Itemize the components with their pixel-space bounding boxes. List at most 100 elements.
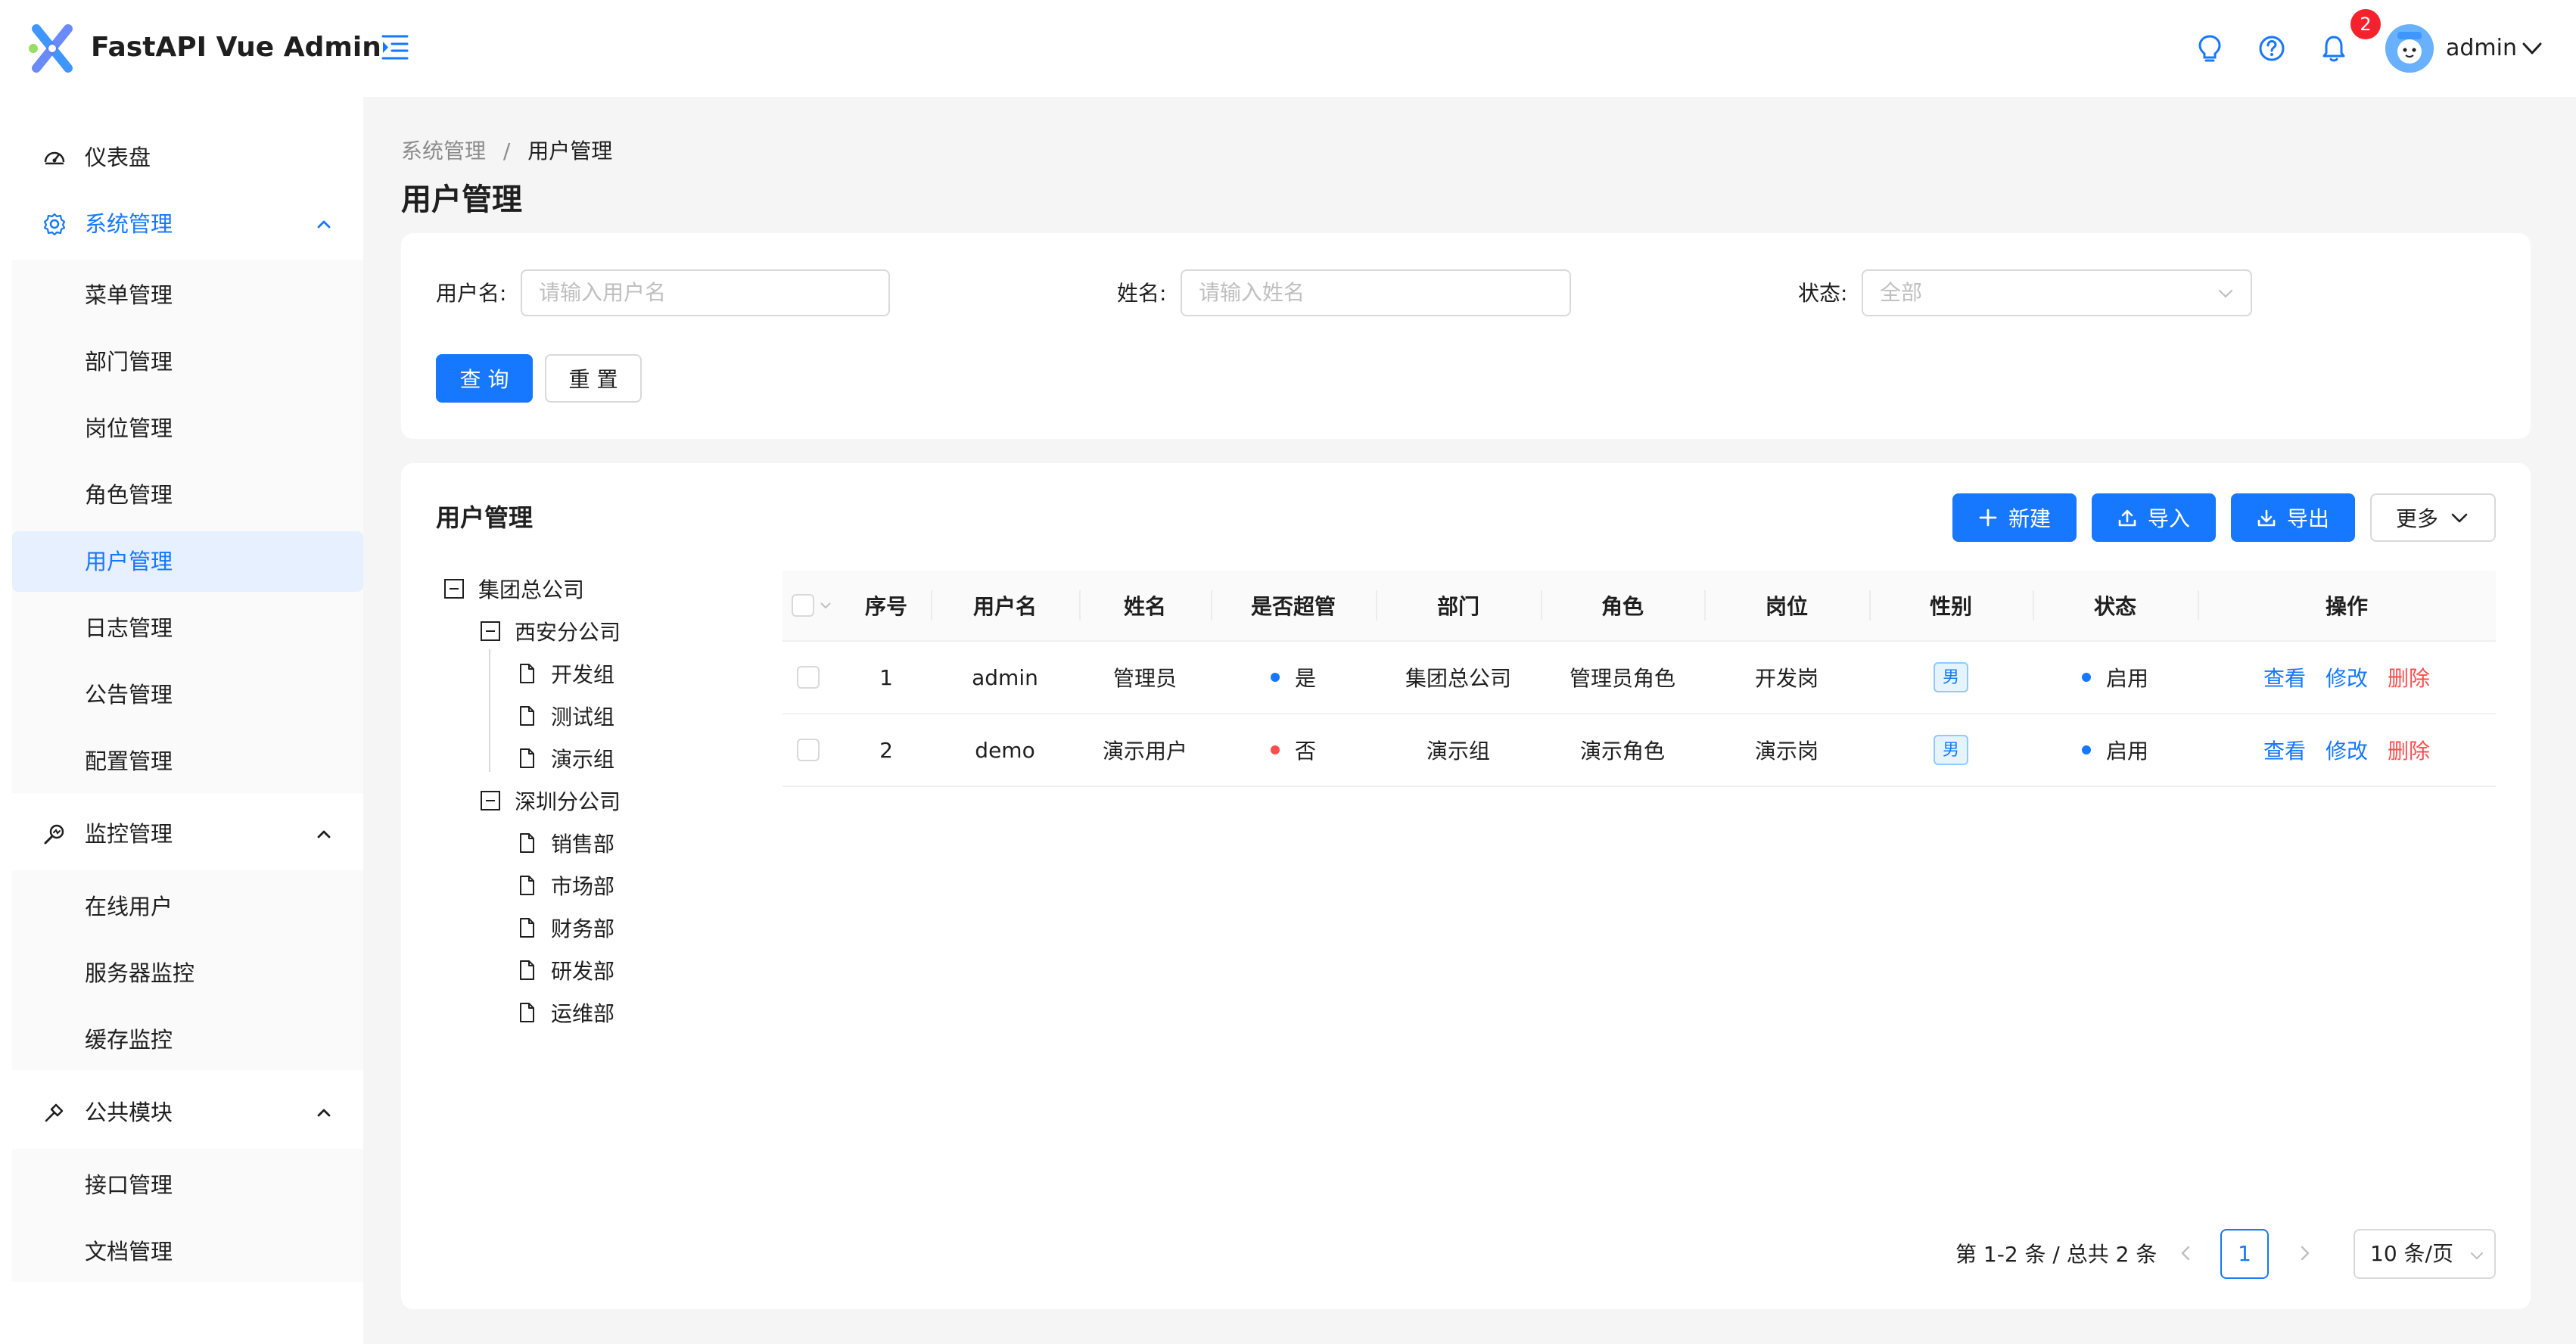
- tree-node-leaf[interactable]: 研发部: [516, 955, 614, 985]
- sidebar-item-notice[interactable]: 公告管理: [12, 664, 363, 725]
- username-placeholder: 请输入用户名: [539, 280, 667, 305]
- sidebar-item-users[interactable]: 用户管理: [12, 531, 363, 592]
- cell-gender: 男: [1869, 642, 2033, 713]
- column-header: 序号: [864, 594, 907, 619]
- status-select[interactable]: 全部: [1862, 269, 2252, 316]
- sidebar-item-server-monitor[interactable]: 服务器监控: [12, 943, 363, 1003]
- more-button[interactable]: 更多: [2370, 493, 2496, 542]
- select-all-checkbox[interactable]: [792, 594, 814, 617]
- tree-node-label: 市场部: [551, 874, 615, 899]
- tree-node-leaf[interactable]: 市场部: [516, 870, 614, 901]
- tree-node-leaf[interactable]: 测试组: [516, 701, 614, 731]
- export-button[interactable]: 导出: [2231, 493, 2355, 542]
- breadcrumb-current: 用户管理: [527, 138, 613, 163]
- import-button[interactable]: 导入: [2092, 493, 2216, 542]
- tree-node-leaf[interactable]: 销售部: [516, 828, 614, 858]
- cell-index: 1: [879, 664, 893, 690]
- tree-node-label: 演示组: [551, 747, 615, 772]
- bell-icon[interactable]: [2316, 30, 2352, 67]
- pagination-page-button[interactable]: 1: [2220, 1229, 2269, 1279]
- status-text: 启用: [2105, 739, 2148, 764]
- user-name[interactable]: admin: [2446, 32, 2517, 65]
- sidebar-item-label: 配置管理: [85, 748, 173, 774]
- sidebar-item-label: 在线用户: [85, 894, 173, 919]
- tree-node-label: 集团总公司: [478, 577, 585, 602]
- select-all-cell[interactable]: [782, 571, 842, 640]
- sidebar-item-api[interactable]: 接口管理: [12, 1155, 363, 1215]
- page-size-select[interactable]: 10 条/页: [2354, 1229, 2496, 1279]
- chevron-up-icon[interactable]: [312, 1100, 336, 1125]
- sidebar-item-cache-monitor[interactable]: 缓存监控: [12, 1010, 363, 1070]
- sidebar-item-label: 公告管理: [85, 682, 173, 708]
- menu-fold-icon[interactable]: [380, 32, 410, 62]
- tree-node-label: 测试组: [551, 705, 615, 730]
- chevron-down-icon: [2218, 289, 2233, 298]
- sidebar-item-role[interactable]: 角色管理: [12, 465, 363, 525]
- sidebar-item-logs[interactable]: 日志管理: [12, 598, 363, 658]
- cell-dept: 演示组: [1426, 739, 1490, 764]
- tree-node-leaf[interactable]: 开发组: [516, 658, 614, 689]
- bulb-icon[interactable]: [2192, 30, 2228, 67]
- chevron-up-icon[interactable]: [312, 822, 336, 846]
- status-dot: [1270, 673, 1280, 682]
- reset-button[interactable]: 重 置: [545, 354, 642, 403]
- tree-node-branch[interactable]: 西安分公司: [480, 616, 621, 646]
- sidebar-item-menu[interactable]: 菜单管理: [12, 265, 363, 325]
- file-icon: [520, 1003, 534, 1022]
- chevron-down-icon[interactable]: [819, 599, 832, 612]
- sidebar-group-common[interactable]: 公共模块: [12, 1082, 363, 1143]
- superuser-text: 否: [1294, 739, 1316, 764]
- status-label: 状态:: [1798, 281, 1848, 306]
- file-icon: [520, 918, 534, 938]
- tree-node-leaf[interactable]: 演示组: [516, 743, 614, 773]
- status-dot: [1270, 745, 1280, 754]
- collapse-square-icon[interactable]: [443, 578, 465, 599]
- chevron-up-icon[interactable]: [312, 212, 336, 236]
- collapse-square-icon[interactable]: [480, 790, 501, 811]
- file-icon: [520, 748, 534, 768]
- new-button[interactable]: 新建: [1952, 493, 2077, 542]
- sidebar-item-position[interactable]: 岗位管理: [12, 398, 363, 459]
- status-dot: [2081, 673, 2091, 682]
- name-input[interactable]: 请输入姓名: [1181, 269, 1571, 316]
- collapse-square-icon[interactable]: [480, 621, 501, 642]
- sidebar-group-label: 监控管理: [85, 821, 173, 847]
- query-button[interactable]: 查 询: [436, 354, 533, 403]
- download-icon: [2257, 509, 2276, 527]
- superuser-text: 是: [1294, 666, 1316, 691]
- view-link[interactable]: 查看: [2263, 662, 2306, 692]
- view-link[interactable]: 查看: [2263, 735, 2306, 765]
- top-header: FastAPI Vue Admin 2 admin: [0, 0, 2576, 97]
- username-input[interactable]: 请输入用户名: [521, 269, 890, 316]
- edit-link[interactable]: 修改: [2326, 735, 2368, 765]
- row-checkbox-cell[interactable]: [782, 642, 834, 713]
- sidebar-item-dept[interactable]: 部门管理: [12, 331, 363, 392]
- sidebar-item-online-users[interactable]: 在线用户: [12, 876, 363, 937]
- tree-node-root[interactable]: 集团总公司: [443, 574, 584, 604]
- tree-node-leaf[interactable]: 财务部: [516, 913, 614, 943]
- chevron-left-icon[interactable]: [2173, 1241, 2198, 1265]
- chevron-down-icon[interactable]: [2520, 36, 2544, 61]
- edit-link[interactable]: 修改: [2326, 662, 2368, 692]
- sidebar-item-config[interactable]: 配置管理: [12, 731, 363, 792]
- name-placeholder: 请输入姓名: [1199, 280, 1305, 305]
- delete-link[interactable]: 删除: [2388, 662, 2430, 692]
- row-checkbox-cell[interactable]: [782, 714, 834, 786]
- row-checkbox[interactable]: [797, 739, 820, 761]
- chevron-right-icon[interactable]: [2293, 1241, 2317, 1265]
- sidebar-group-label: 公共模块: [85, 1100, 173, 1125]
- sidebar-group-system[interactable]: 系统管理: [12, 194, 363, 254]
- column-header: 是否超管: [1250, 594, 1336, 619]
- tree-node-label: 开发组: [551, 662, 615, 687]
- file-icon: [520, 664, 534, 683]
- delete-link[interactable]: 删除: [2388, 735, 2430, 765]
- avatar[interactable]: [2385, 24, 2434, 73]
- tree-node-leaf[interactable]: 运维部: [516, 997, 614, 1028]
- sidebar-group-monitor[interactable]: 监控管理: [12, 804, 363, 864]
- tree-node-branch[interactable]: 深圳分公司: [480, 786, 621, 816]
- row-checkbox[interactable]: [797, 666, 820, 689]
- question-icon[interactable]: [2254, 30, 2290, 67]
- sidebar-item-docs[interactable]: 文档管理: [12, 1221, 363, 1282]
- sidebar-item-dashboard[interactable]: 仪表盘: [12, 127, 363, 188]
- breadcrumb-parent[interactable]: 系统管理: [401, 138, 486, 163]
